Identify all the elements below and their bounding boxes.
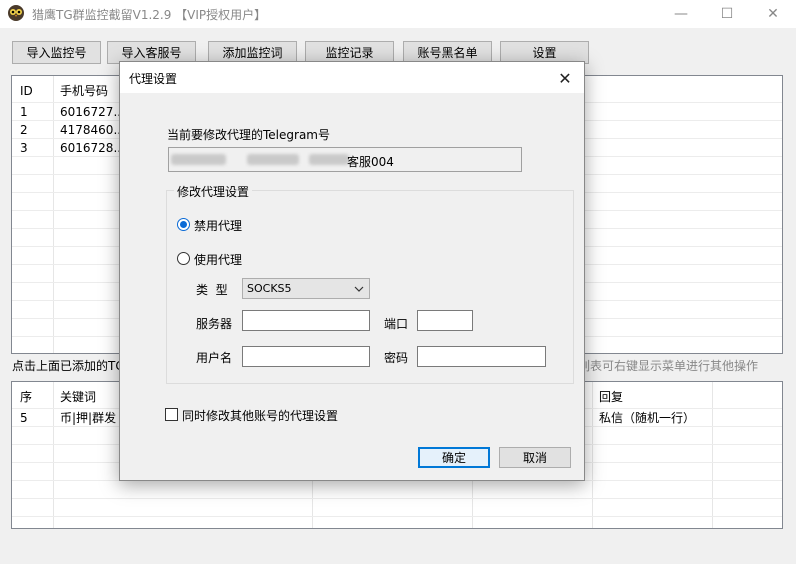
- port-input[interactable]: [417, 310, 473, 331]
- chevron-down-icon: [354, 286, 364, 292]
- current-account-field: 客服004: [168, 147, 522, 172]
- table-row-keyword[interactable]: 币|押|群发: [54, 409, 116, 427]
- username-label: 用户名: [196, 351, 233, 365]
- use-proxy-radio[interactable]: [177, 252, 190, 265]
- table-row-phone[interactable]: 6016727...: [54, 103, 125, 121]
- proxy-type-value: SOCKS5: [247, 282, 292, 295]
- dialog-close-icon[interactable]: ✕: [550, 64, 580, 92]
- minimize-button[interactable]: —: [658, 0, 704, 28]
- dialog-title: 代理设置: [129, 72, 178, 86]
- server-label: 服务器: [196, 317, 233, 331]
- owl-icon: [8, 5, 24, 21]
- ok-button[interactable]: 确定: [418, 447, 490, 468]
- table-row-id[interactable]: 2: [14, 121, 28, 139]
- table-row-id[interactable]: 3: [14, 139, 28, 157]
- import-monitor-button[interactable]: 导入监控号: [12, 41, 101, 64]
- server-input[interactable]: [242, 310, 370, 331]
- group-legend: 修改代理设置: [174, 183, 253, 200]
- password-label: 密码: [384, 351, 409, 365]
- type-label: 类 型: [196, 283, 228, 297]
- dialog-title-bar: 代理设置 ✕: [120, 62, 584, 93]
- proxy-type-select[interactable]: SOCKS5: [242, 278, 370, 299]
- current-account-value: 客服004: [347, 155, 394, 169]
- maximize-button[interactable]: ☐: [704, 0, 750, 28]
- disable-proxy-label[interactable]: 禁用代理: [194, 217, 242, 234]
- column-header-id[interactable]: ID: [14, 82, 33, 100]
- cancel-button[interactable]: 取消: [499, 447, 571, 468]
- table-row-seq[interactable]: 5: [14, 409, 28, 427]
- disable-proxy-radio[interactable]: [177, 218, 190, 231]
- title-bar: 猎鹰TG群监控截留V1.2.9 【VIP授权用户】 — ☐ ✕: [0, 0, 796, 28]
- hint-text-right: 列表可右键显示菜单进行其他操作: [578, 359, 759, 373]
- hint-text-left: 点击上面已添加的TG: [12, 359, 125, 373]
- password-input[interactable]: [417, 346, 546, 367]
- close-window-button[interactable]: ✕: [750, 0, 796, 28]
- port-label: 端口: [384, 317, 409, 331]
- table-row-phone[interactable]: 4178460...: [54, 121, 125, 139]
- column-header-reply[interactable]: 回复: [593, 388, 623, 406]
- window-title: 猎鹰TG群监控截留V1.2.9 【VIP授权用户】: [32, 8, 267, 22]
- table-row-reply[interactable]: 私信（随机一行）: [593, 409, 695, 427]
- use-proxy-label[interactable]: 使用代理: [194, 251, 242, 268]
- table-row-phone[interactable]: 6016728...: [54, 139, 125, 157]
- proxy-settings-dialog: 代理设置 ✕ 当前要修改代理的Telegram号 客服004 修改代理设置 禁用…: [119, 61, 585, 481]
- column-header-keyword[interactable]: 关键词: [54, 388, 96, 406]
- current-account-label: 当前要修改代理的Telegram号: [167, 128, 330, 142]
- column-header-phone[interactable]: 手机号码: [54, 82, 108, 100]
- table-row-id[interactable]: 1: [14, 103, 28, 121]
- also-modify-label[interactable]: 同时修改其他账号的代理设置: [182, 407, 338, 424]
- column-header-seq[interactable]: 序: [14, 388, 32, 406]
- username-input[interactable]: [242, 346, 370, 367]
- also-modify-checkbox[interactable]: [165, 408, 178, 421]
